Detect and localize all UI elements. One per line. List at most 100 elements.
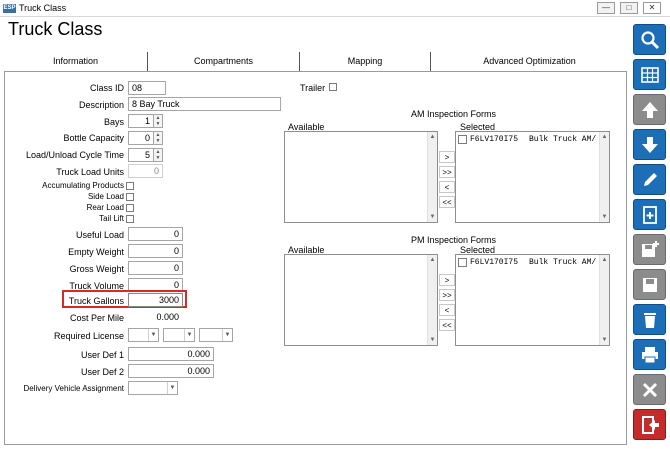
user-def-2-label: User Def 2: [80, 367, 124, 377]
pm-available-list[interactable]: ▲ ▼: [284, 254, 438, 346]
useful-load-field[interactable]: 0: [128, 227, 183, 241]
cycle-time-stepper[interactable]: ▲ ▼: [154, 148, 163, 162]
tail-lift-label: Tail Lift: [99, 214, 124, 223]
gross-weight-field[interactable]: 0: [128, 261, 183, 275]
arrow-down-icon: [642, 137, 658, 153]
description-field[interactable]: 8 Bay Truck: [128, 97, 281, 111]
am-inspection-title: AM Inspection Forms: [411, 109, 497, 119]
user-def-2-field[interactable]: 0.000: [128, 364, 214, 378]
cost-per-mile-label: Cost Per Mile: [69, 313, 124, 323]
tab-advanced-optimization[interactable]: Advanced Optimization: [431, 52, 628, 71]
required-license-combo-2[interactable]: ▼: [163, 328, 195, 342]
am-selected-item-name[interactable]: Bulk Truck AM/: [529, 135, 596, 144]
exit-icon: [642, 416, 659, 434]
am-add-button[interactable]: >: [439, 151, 455, 163]
cycle-time-label: Load/Unload Cycle Time: [25, 150, 124, 160]
save-new-button[interactable]: [633, 234, 666, 265]
am-selected-item-code[interactable]: F6LV170I75: [470, 135, 518, 144]
grid-view-button[interactable]: [633, 59, 666, 90]
bottle-capacity-stepper[interactable]: ▲ ▼: [154, 131, 163, 145]
bottle-capacity-field[interactable]: 0: [128, 131, 154, 145]
save-icon: [643, 278, 657, 292]
user-def-1-label: User Def 1: [80, 350, 124, 360]
move-down-button[interactable]: [633, 129, 666, 160]
bays-stepper[interactable]: ▲ ▼: [154, 114, 163, 128]
bays-label: Bays: [103, 117, 124, 127]
search-button[interactable]: [633, 24, 666, 55]
tab-strip: Information Compartments Mapping Advance…: [0, 52, 628, 71]
am-selected-item-checkbox[interactable]: [458, 135, 467, 144]
cycle-time-field[interactable]: 5: [128, 148, 154, 162]
pm-remove-all-button[interactable]: <<: [439, 319, 455, 331]
bottle-capacity-label: Bottle Capacity: [63, 133, 124, 143]
pm-selected-item-code[interactable]: F6LV170I75: [470, 258, 518, 267]
accumulating-products-checkbox[interactable]: [126, 182, 134, 190]
am-selected-list[interactable]: F6LV170I75 Bulk Truck AM/ ▲ ▼: [455, 131, 610, 223]
pm-add-all-button[interactable]: >>: [439, 289, 455, 301]
new-button[interactable]: [633, 199, 666, 230]
side-load-label: Side Load: [87, 192, 124, 201]
edit-button[interactable]: [633, 164, 666, 195]
am-remove-all-button[interactable]: <<: [439, 196, 455, 208]
am-add-all-button[interactable]: >>: [439, 166, 455, 178]
description-label: Description: [78, 100, 124, 110]
chevron-down-icon: ▼: [167, 382, 177, 394]
close-window-button[interactable]: ✕: [643, 2, 661, 14]
side-load-checkbox[interactable]: [126, 193, 134, 201]
truck-load-units-field: 0: [128, 164, 163, 178]
class-id-field[interactable]: 08: [128, 81, 166, 95]
truck-load-units-label: Truck Load Units: [56, 167, 124, 177]
pm-remove-button[interactable]: <: [439, 304, 455, 316]
am-remove-button[interactable]: <: [439, 181, 455, 193]
window-title: Truck Class: [19, 3, 67, 13]
tab-mapping[interactable]: Mapping: [300, 52, 431, 71]
rear-load-label: Rear Load: [86, 203, 124, 212]
tab-information[interactable]: Information: [4, 52, 148, 71]
am-selected-scrollbar[interactable]: ▲ ▼: [599, 132, 609, 222]
pm-selected-list[interactable]: F6LV170I75 Bulk Truck AM/ ▲ ▼: [455, 254, 610, 346]
required-license-combo-1[interactable]: ▼: [128, 328, 159, 342]
cost-per-mile-field[interactable]: 0.000: [128, 310, 183, 324]
save-button[interactable]: [633, 269, 666, 300]
pm-selected-item-checkbox[interactable]: [458, 258, 467, 267]
delete-button[interactable]: [633, 304, 666, 335]
cancel-button[interactable]: [633, 374, 666, 405]
pm-add-button[interactable]: >: [439, 274, 455, 286]
tab-compartments[interactable]: Compartments: [148, 52, 300, 71]
am-available-scrollbar[interactable]: ▲ ▼: [427, 132, 437, 222]
exit-button[interactable]: [633, 409, 666, 440]
grid-icon: [641, 67, 659, 83]
pm-available-scrollbar[interactable]: ▲ ▼: [427, 255, 437, 345]
chevron-down-icon: ▼: [184, 329, 194, 341]
save-new-icon: [642, 241, 659, 257]
am-available-list[interactable]: ▲ ▼: [284, 131, 438, 223]
pencil-icon: [644, 173, 657, 186]
required-license-label: Required License: [53, 331, 124, 341]
bays-field[interactable]: 1: [128, 114, 154, 128]
tail-lift-checkbox[interactable]: [126, 215, 134, 223]
required-license-combo-3[interactable]: ▼: [199, 328, 233, 342]
move-up-button[interactable]: [633, 94, 666, 125]
delivery-vehicle-assignment-label: Delivery Vehicle Assignment: [23, 384, 125, 393]
truck-gallons-field[interactable]: 3000: [128, 293, 183, 307]
print-button[interactable]: [633, 339, 666, 370]
truck-gallons-label: Truck Gallons: [68, 296, 124, 306]
delivery-vehicle-assignment-combo[interactable]: ▼: [128, 381, 178, 395]
gross-weight-label: Gross Weight: [69, 264, 124, 274]
minimize-button[interactable]: —: [597, 2, 615, 14]
user-def-1-field[interactable]: 0.000: [128, 347, 214, 361]
chevron-down-icon: ▼: [222, 329, 232, 341]
empty-weight-label: Empty Weight: [68, 247, 124, 257]
empty-weight-field[interactable]: 0: [128, 244, 183, 258]
arrow-up-icon: [642, 102, 658, 118]
page-title: Truck Class: [8, 19, 103, 39]
app-icon: ESP: [3, 4, 16, 13]
maximize-button[interactable]: □: [620, 2, 638, 14]
rear-load-checkbox[interactable]: [126, 204, 134, 212]
pm-selected-scrollbar[interactable]: ▲ ▼: [599, 255, 609, 345]
new-document-icon: [643, 206, 657, 224]
pm-selected-item-name[interactable]: Bulk Truck AM/: [529, 258, 596, 267]
print-icon: [642, 347, 658, 364]
trailer-checkbox[interactable]: [329, 83, 337, 91]
search-icon: [641, 31, 660, 50]
